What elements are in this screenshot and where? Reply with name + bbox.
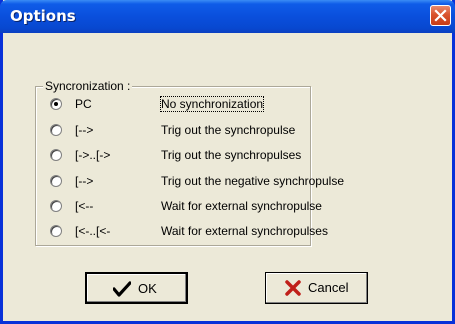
groupbox-label: Syncronization : xyxy=(43,79,133,93)
option-description: Trig out the synchropulse xyxy=(161,123,296,137)
cancel-label: Cancel xyxy=(308,280,349,295)
option-description: Trig out the negative synchropulse xyxy=(161,174,344,188)
radio-button[interactable] xyxy=(50,200,62,212)
option-code: [--> xyxy=(75,123,94,137)
option-code: [<-..[<- xyxy=(75,224,111,238)
option-description: No synchronization xyxy=(159,96,265,112)
ok-button[interactable]: OK xyxy=(85,272,188,304)
options-dialog: Options Syncronization : PC No synchroni… xyxy=(0,0,455,324)
radio-button[interactable] xyxy=(50,124,62,136)
option-code: [<-- xyxy=(75,199,94,213)
checkmark-icon xyxy=(113,281,131,297)
option-code: PC xyxy=(75,97,92,111)
title-bar: Options xyxy=(0,0,455,33)
radio-button[interactable] xyxy=(50,225,62,237)
window-title: Options xyxy=(10,7,76,25)
close-icon xyxy=(434,9,447,22)
close-button[interactable] xyxy=(430,5,451,26)
option-description: Trig out the synchropulses xyxy=(161,148,302,162)
radio-button[interactable] xyxy=(50,98,62,110)
radio-button[interactable] xyxy=(50,149,62,161)
option-code: [--> xyxy=(75,174,94,188)
option-description: Wait for external synchropulse xyxy=(161,199,322,213)
option-description: Wait for external synchropulses xyxy=(161,224,328,238)
radio-button[interactable] xyxy=(50,175,62,187)
option-code: [->..[-> xyxy=(75,148,111,162)
x-icon xyxy=(285,280,301,296)
ok-label: OK xyxy=(138,281,157,296)
cancel-button[interactable]: Cancel xyxy=(265,272,368,304)
